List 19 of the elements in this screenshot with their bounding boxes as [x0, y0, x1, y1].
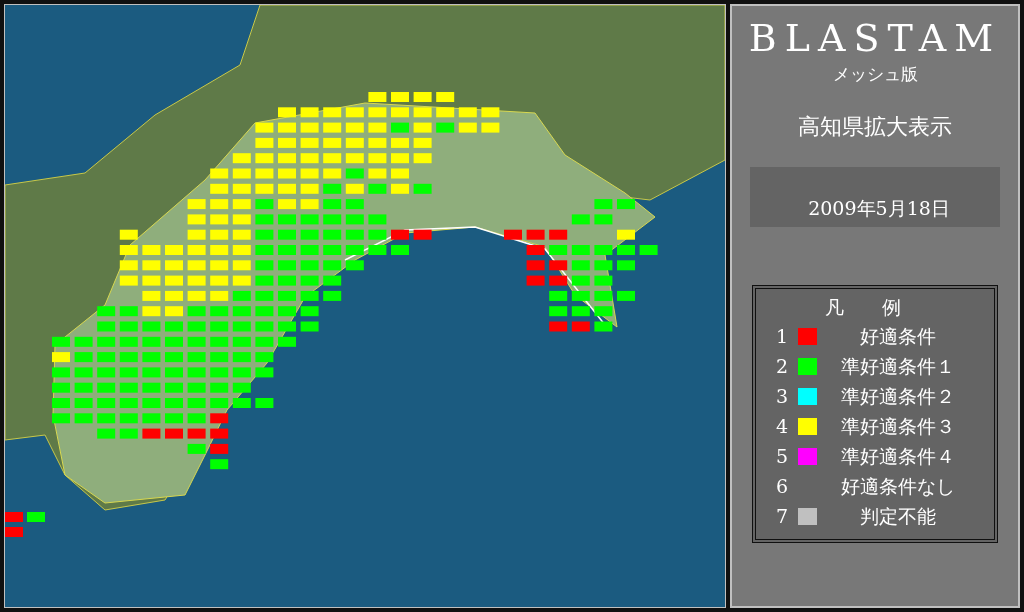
- legend-label: 好適条件なし: [840, 473, 956, 499]
- legend-label: 判定不能: [859, 503, 937, 529]
- app-title: BLASTAM: [748, 15, 1002, 62]
- date-display: 2009年5月18日: [750, 167, 1000, 227]
- app-subtitle: メッシュ版: [832, 63, 918, 86]
- legend-label: 好適条件: [859, 323, 937, 349]
- legend-number: 2: [776, 353, 790, 379]
- legend-number: 1: [776, 323, 790, 349]
- legend-label: 準好適条件３: [840, 413, 956, 439]
- legend-number: 7: [776, 503, 790, 529]
- legend-label: 準好適条件１: [840, 353, 956, 379]
- legend-label: 準好適条件２: [840, 383, 956, 409]
- legend-title: 凡 例: [824, 295, 902, 320]
- legend-label: 準好適条件４: [840, 443, 956, 469]
- legend-number: 6: [776, 473, 790, 499]
- legend-number: 3: [776, 383, 790, 409]
- legend-number: 5: [776, 443, 790, 469]
- legend-number: 4: [776, 413, 790, 439]
- region-label: 高知県拡大表示: [798, 113, 952, 141]
